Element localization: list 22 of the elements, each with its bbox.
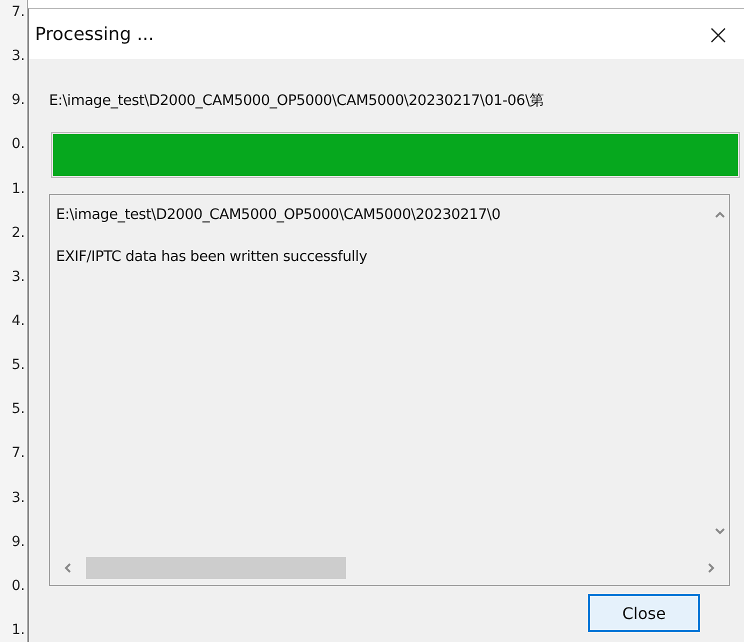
file-name-fragment: 1.	[10, 622, 26, 638]
log-line: E:\image_test\D2000_CAM5000_OP5000\CAM5000\20230217\0	[56, 207, 502, 223]
window-title: Processing ...	[35, 24, 154, 44]
file-name-fragment: 0.	[10, 136, 26, 152]
file-name-fragment: 9.	[10, 534, 26, 550]
close-button[interactable]: ×	[700, 18, 736, 50]
scrollbar-thumb[interactable]	[86, 557, 346, 579]
log-line: EXIF/IPTC data has been written successfully	[56, 249, 368, 265]
file-name-fragment: 2.	[10, 224, 26, 241]
file-name-fragment: 1.	[10, 180, 26, 197]
file-name-fragment: 3.	[10, 490, 26, 506]
file-name-fragment: 9.	[10, 92, 26, 108]
file-name-fragment: 7.	[10, 4, 26, 20]
file-name-fragment: 5.	[10, 357, 26, 374]
current-file-path: E:\image_test\D2000_CAM5000_OP5000\CAM5000\20230217\01-06\第	[49, 92, 546, 110]
file-name-fragment: 0.	[10, 578, 26, 594]
file-name-fragment: 3.	[10, 48, 26, 64]
file-name-fragment: 3.	[10, 268, 26, 285]
file-name-fragment: 4.	[10, 312, 26, 329]
file-name-fragment: 5.	[10, 401, 26, 418]
file-name-fragment: 7.	[10, 445, 26, 462]
close-button[interactable]: Close	[588, 594, 700, 632]
